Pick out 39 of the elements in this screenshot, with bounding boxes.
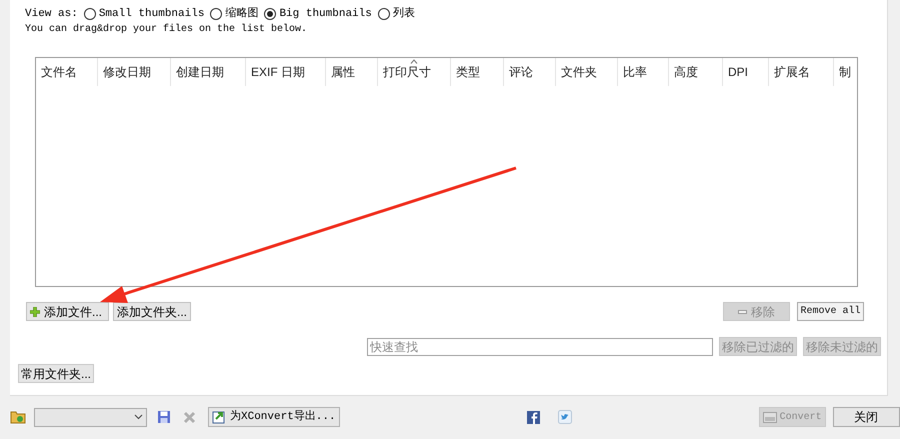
view-radio[interactable]: Big thumbnails <box>264 6 372 22</box>
column-header[interactable]: 比率 <box>618 58 669 86</box>
plus-icon <box>30 306 40 316</box>
column-header[interactable]: 属性 <box>326 58 378 86</box>
column-header[interactable]: 制 <box>834 58 857 86</box>
add-button[interactable]: 添加文件夹... <box>113 302 192 321</box>
column-header[interactable]: 文件名 <box>36 58 98 86</box>
column-header[interactable]: 修改日期 <box>98 58 171 86</box>
export-icon <box>212 410 226 424</box>
file-list[interactable]: 文件名 修改日期 创建日期 EXIF 日期 属性 打印尺寸 类型 评论 文件夹 比率 高度 DPI 扩展名 制 <box>35 57 858 287</box>
hint-text: You can drag&drop your files on the list below. <box>24 22 308 37</box>
view-radio[interactable]: Small thumbnails <box>84 6 204 22</box>
view-as-label: View as: <box>25 6 78 22</box>
add-button[interactable]: 添加文件... <box>26 302 109 321</box>
column-header[interactable]: 文件夹 <box>556 58 618 86</box>
column-header[interactable]: 高度 <box>669 58 723 86</box>
save-icon[interactable] <box>157 410 171 424</box>
preset-dropdown[interactable] <box>34 408 147 426</box>
column-header[interactable]: 类型 <box>451 58 504 86</box>
minus-icon <box>738 310 747 314</box>
column-header[interactable]: 扩展名 <box>769 58 834 86</box>
quick-search-field[interactable]: 快速查找 <box>367 338 713 356</box>
favorites-button[interactable]: 常用文件夹... <box>18 364 94 383</box>
convert-icon <box>762 412 777 422</box>
facebook-icon[interactable] <box>526 410 540 424</box>
remove-all-button[interactable]: Remove all <box>797 302 864 321</box>
export-button[interactable]: 为XConvert导出... <box>208 407 340 427</box>
delete-icon[interactable] <box>183 410 196 424</box>
column-header[interactable]: EXIF 日期 <box>246 58 326 86</box>
close-button[interactable]: 关闭 <box>832 407 900 427</box>
column-header[interactable]: DPI <box>723 58 769 86</box>
folder-icon[interactable] <box>10 410 26 424</box>
view-radio[interactable]: 列表 <box>378 6 415 22</box>
column-header[interactable]: 创建日期 <box>171 58 246 86</box>
column-header[interactable]: 打印尺寸 <box>378 58 451 86</box>
column-header[interactable]: 评论 <box>504 58 556 86</box>
view-radio[interactable]: 缩略图 <box>210 6 258 22</box>
twitter-icon[interactable] <box>558 410 572 424</box>
chevron-down-icon <box>134 414 143 420</box>
